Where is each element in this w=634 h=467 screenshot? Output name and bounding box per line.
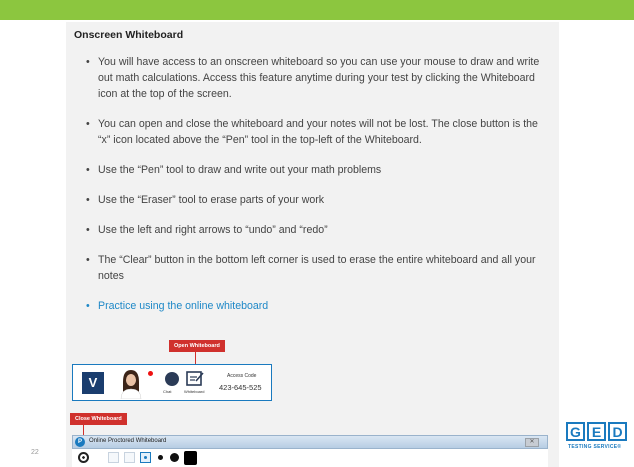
notification-dot bbox=[148, 371, 153, 376]
open-callout-arrow bbox=[195, 352, 196, 364]
small-dot-brush-icon[interactable] bbox=[140, 452, 151, 463]
top-accent-bar bbox=[0, 0, 634, 20]
undo-icon[interactable] bbox=[108, 452, 119, 463]
bullet-item: Use the “Eraser” tool to erase parts of … bbox=[84, 192, 550, 208]
bullet-item: You can open and close the whiteboard an… bbox=[84, 116, 550, 148]
pen-tool-icon[interactable] bbox=[78, 452, 89, 463]
whiteboard-logo: P bbox=[75, 437, 85, 447]
bullet-item: The “Clear” button in the bottom left co… bbox=[84, 252, 550, 284]
vendor-logo: V bbox=[82, 372, 104, 394]
bullet-item: You will have access to an onscreen whit… bbox=[84, 54, 550, 102]
bullet-list: You will have access to an onscreen whit… bbox=[84, 54, 550, 328]
medium-brush-icon[interactable] bbox=[158, 455, 163, 460]
large-brush-icon[interactable] bbox=[170, 453, 179, 462]
whiteboard-label: Whiteboard bbox=[184, 389, 205, 394]
ged-letter: D bbox=[608, 422, 627, 441]
bullet-item: Use the “Pen” tool to draw and write out… bbox=[84, 162, 550, 178]
access-code-value: 423-645-525 bbox=[219, 383, 262, 392]
chat-label: Chat bbox=[163, 389, 172, 394]
whiteboard-title-bar: P Online Proctored Whiteboard ✕ bbox=[72, 435, 548, 449]
ged-tagline: TESTING SERVICE® bbox=[568, 444, 622, 450]
redo-icon[interactable] bbox=[124, 452, 135, 463]
open-whiteboard-callout: Open Whiteboard bbox=[169, 340, 225, 352]
practice-whiteboard-link[interactable]: Practice using the online whiteboard bbox=[84, 298, 550, 314]
slide-title: Onscreen Whiteboard bbox=[74, 29, 184, 41]
close-whiteboard-callout: Close Whiteboard bbox=[70, 413, 127, 425]
page-number: 22 bbox=[31, 449, 39, 456]
chat-icon[interactable] bbox=[165, 372, 179, 386]
xlarge-brush-icon[interactable] bbox=[184, 451, 197, 465]
whiteboard-icon[interactable] bbox=[186, 370, 204, 387]
whiteboard-toolbar bbox=[72, 449, 548, 467]
access-code-label: Access Code bbox=[227, 373, 257, 379]
test-toolbar-example: V Chat Whiteboard Access Code 423-645-52… bbox=[72, 364, 272, 401]
ged-letter: E bbox=[587, 422, 606, 441]
ged-letter: G bbox=[566, 422, 585, 441]
bullet-item: Use the left and right arrows to “undo” … bbox=[84, 222, 550, 238]
ged-testing-service-logo: G E D TESTING SERVICE® bbox=[566, 422, 628, 456]
whiteboard-close-button[interactable]: ✕ bbox=[525, 438, 539, 447]
whiteboard-title: Online Proctored Whiteboard bbox=[89, 438, 167, 444]
proctor-avatar bbox=[120, 370, 142, 399]
close-callout-arrow bbox=[83, 425, 84, 435]
